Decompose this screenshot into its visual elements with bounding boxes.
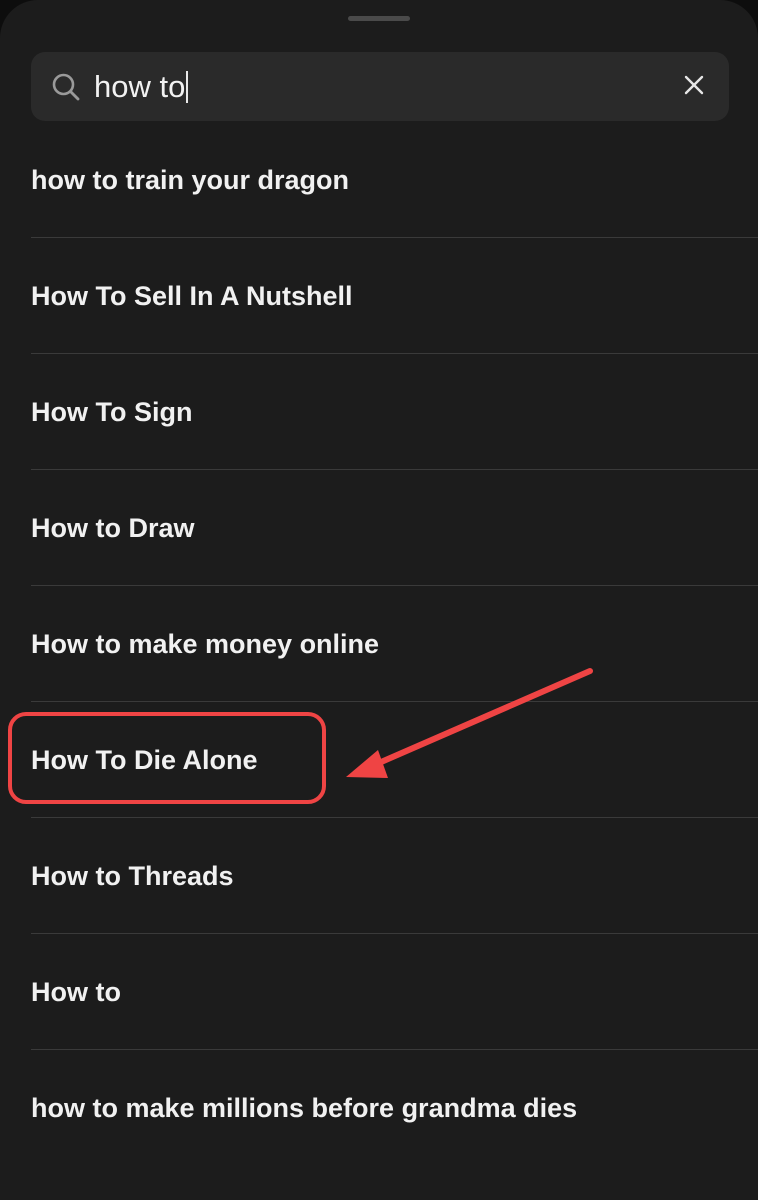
suggestion-label: how to make millions before grandma dies (31, 1093, 578, 1123)
search-bar[interactable]: how to (31, 52, 729, 121)
clear-search-button[interactable] (675, 68, 713, 106)
suggestion-item[interactable]: How to (0, 934, 758, 1050)
suggestion-label: how to train your dragon (31, 165, 349, 195)
suggestion-label: How To Sign (31, 397, 193, 427)
suggestion-item[interactable]: how to make millions before grandma dies (0, 1050, 758, 1166)
drag-handle[interactable] (348, 16, 410, 21)
search-icon (51, 72, 81, 102)
search-sheet: how to how to train your dragon How To S… (0, 0, 758, 1200)
search-input[interactable]: how to (94, 66, 189, 108)
suggestion-label: How To Die Alone (31, 745, 258, 775)
search-query: how to (94, 69, 186, 104)
suggestion-item[interactable]: how to train your dragon (0, 122, 758, 238)
suggestion-label: How to Draw (31, 513, 195, 543)
suggestion-item-highlighted[interactable]: How To Die Alone (0, 702, 758, 818)
suggestion-label: How to Threads (31, 861, 234, 891)
suggestion-label: How to make money online (31, 629, 380, 659)
suggestion-item[interactable]: How to Threads (0, 818, 758, 934)
text-cursor (186, 70, 189, 103)
close-icon (683, 74, 705, 101)
suggestion-item[interactable]: How To Sell In A Nutshell (0, 238, 758, 354)
suggestion-item[interactable]: How to make money online (0, 586, 758, 702)
search-suggestions-list: how to train your dragon How To Sell In … (0, 122, 758, 1166)
suggestion-label: How To Sell In A Nutshell (31, 281, 353, 311)
suggestion-item[interactable]: How To Sign (0, 354, 758, 470)
suggestion-label: How to (31, 977, 121, 1007)
suggestion-item[interactable]: How to Draw (0, 470, 758, 586)
